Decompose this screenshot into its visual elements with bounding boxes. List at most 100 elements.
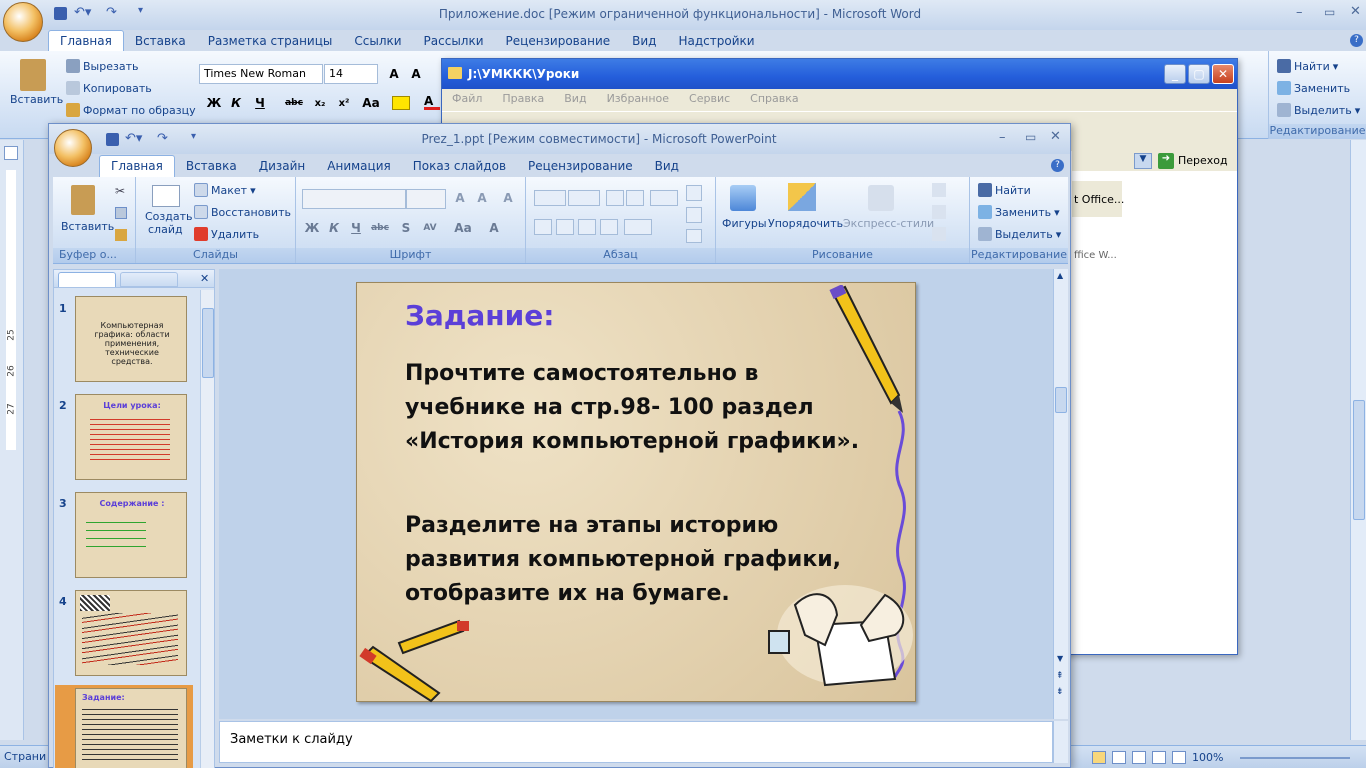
slide-vscrollbar[interactable]: ▲ ▼ ⇞ ⇟ — [1053, 269, 1068, 719]
word-paste-button[interactable]: Вставить — [10, 93, 63, 106]
word-tab-home[interactable]: Главная — [48, 30, 124, 52]
align-text-icon[interactable] — [686, 207, 702, 223]
ppt-copy-icon[interactable] — [115, 207, 127, 219]
ppt-tab-review[interactable]: Рецензирование — [517, 156, 644, 177]
slide-thumbnail-2[interactable]: Цели урока: — [75, 394, 187, 480]
explorer-maximize-button[interactable]: ▢ — [1188, 64, 1210, 84]
bullets-icon[interactable] — [534, 190, 566, 206]
explorer-menu-tools[interactable]: Сервис — [689, 92, 730, 108]
ppt-minimize-button[interactable]: – — [999, 130, 1006, 145]
scroll-down-icon[interactable]: ▼ — [1057, 654, 1063, 663]
ppt-find-button[interactable]: Найти — [978, 183, 1031, 197]
notes-pane[interactable]: Заметки к слайду — [219, 721, 1053, 763]
word-select-button[interactable]: Выделить ▾ — [1277, 103, 1360, 117]
smartart-icon[interactable] — [686, 229, 702, 243]
word-close-button[interactable]: ✕ — [1350, 4, 1361, 19]
view-draft-icon[interactable] — [1172, 751, 1186, 764]
ppt-spacing-icon[interactable]: AV — [420, 219, 440, 238]
word-italic-icon[interactable]: К — [226, 94, 246, 113]
quick-styles-button[interactable]: Экспресс-стили — [843, 217, 934, 230]
word-cut-button[interactable]: Вырезать — [66, 59, 138, 73]
word-case-icon[interactable]: Aa — [358, 94, 384, 113]
word-find-button[interactable]: Найти ▾ — [1277, 59, 1338, 73]
view-fullscreen-icon[interactable] — [1112, 751, 1126, 764]
view-outline-icon[interactable] — [1152, 751, 1166, 764]
address-dropdown-icon[interactable]: ▼ — [1134, 153, 1152, 169]
word-format-painter-button[interactable]: Формат по образцу — [66, 103, 196, 117]
outline-tab-icon[interactable] — [120, 272, 178, 287]
redo-icon[interactable]: ↷ — [106, 5, 117, 20]
ppt-bold-icon[interactable]: Ж — [302, 219, 322, 238]
ppt-paste-icon[interactable] — [71, 185, 95, 215]
ppt-font-size-combo[interactable] — [406, 189, 446, 209]
ppt-paste-button[interactable]: Вставить — [61, 220, 114, 233]
align-left-icon[interactable] — [534, 219, 552, 235]
explorer-minimize-button[interactable]: _ — [1164, 64, 1186, 84]
new-slide-icon[interactable] — [152, 185, 180, 207]
word-status-page[interactable]: Страни — [4, 750, 46, 763]
slide-thumbnail-3[interactable]: Содержание : — [75, 492, 187, 578]
ppt-italic-icon[interactable]: К — [324, 219, 344, 238]
explorer-menu-view[interactable]: Вид — [564, 92, 586, 108]
ppt-undo-icon[interactable]: ↶▾ — [125, 131, 142, 146]
word-help-icon[interactable]: ? — [1350, 34, 1363, 47]
ppt-underline-icon[interactable]: Ч — [346, 219, 366, 238]
slides-pane-scrollbar[interactable] — [200, 290, 214, 768]
ppt-qat-menu-icon[interactable]: ▾ — [191, 131, 196, 142]
explorer-menu-file[interactable]: Файл — [452, 92, 482, 108]
word-strike-icon[interactable]: abc — [284, 94, 304, 113]
undo-icon[interactable]: ↶▾ — [74, 5, 91, 20]
prev-slide-icon[interactable]: ⇞ — [1056, 671, 1064, 681]
delete-slide-button[interactable]: Удалить — [194, 227, 259, 241]
word-grow-font-icon[interactable]: A — [384, 65, 404, 84]
word-subscript-icon[interactable]: x₂ — [310, 94, 330, 113]
word-tab-review[interactable]: Рецензирование — [495, 31, 622, 52]
slide-title[interactable]: Задание: — [405, 299, 554, 332]
explorer-close-button[interactable]: ✕ — [1212, 64, 1234, 84]
explorer-item[interactable]: t Office... — [1074, 193, 1124, 206]
reset-button[interactable]: Восстановить — [194, 205, 291, 219]
line-spacing-icon[interactable] — [650, 190, 678, 206]
word-superscript-icon[interactable]: x² — [334, 94, 354, 113]
word-zoom-level[interactable]: 100% — [1192, 751, 1223, 764]
ppt-tab-design[interactable]: Дизайн — [248, 156, 317, 177]
ppt-case-icon[interactable]: Aa — [450, 219, 476, 238]
slides-pane-scroll-thumb[interactable] — [202, 308, 214, 378]
ppt-save-icon[interactable] — [106, 133, 119, 146]
shapes-icon[interactable] — [730, 185, 756, 211]
slide-scroll-thumb[interactable] — [1055, 387, 1067, 413]
word-tab-references[interactable]: Ссылки — [343, 31, 412, 52]
word-vscrollbar[interactable] — [1350, 140, 1366, 740]
slide-paragraph-1[interactable]: Прочтите самостоятельно в учебнике на ст… — [405, 357, 875, 459]
word-highlight-icon[interactable] — [392, 96, 410, 110]
slides-tab-icon[interactable] — [58, 272, 116, 287]
scroll-up-icon[interactable]: ▲ — [1057, 271, 1063, 280]
ppt-shadow-icon[interactable]: S — [396, 219, 416, 238]
layout-button[interactable]: Макет ▾ — [194, 183, 256, 197]
ppt-close-button[interactable]: ✕ — [1050, 129, 1061, 144]
word-tab-view[interactable]: Вид — [621, 31, 667, 52]
word-scroll-thumb[interactable] — [1353, 400, 1365, 520]
increase-indent-icon[interactable] — [626, 190, 644, 206]
word-shrink-font-icon[interactable]: A — [406, 65, 426, 84]
fill-icon[interactable] — [932, 183, 946, 197]
word-underline-icon[interactable]: Ч — [250, 94, 270, 113]
slide-thumbnail-4[interactable] — [75, 590, 187, 676]
ppt-font-color-icon[interactable]: A — [484, 219, 504, 238]
ppt-tab-view[interactable]: Вид — [644, 156, 690, 177]
word-font-name-combo[interactable]: Times New Roman — [199, 64, 323, 84]
save-icon[interactable] — [54, 7, 67, 20]
notes-scrollbar[interactable] — [1053, 721, 1068, 763]
ppt-tab-home[interactable]: Главная — [99, 155, 175, 177]
arrange-button[interactable]: Упорядочить — [768, 217, 843, 230]
ppt-office-button[interactable] — [54, 129, 92, 167]
word-tab-layout[interactable]: Разметка страницы — [197, 31, 344, 52]
shapes-button[interactable]: Фигуры — [722, 217, 767, 230]
ppt-select-button[interactable]: Выделить ▾ — [978, 227, 1061, 241]
word-copy-button[interactable]: Копировать — [66, 81, 152, 95]
align-center-icon[interactable] — [556, 219, 574, 235]
go-arrow-icon[interactable]: ➜ — [1158, 153, 1174, 169]
qat-menu-icon[interactable]: ▾ — [138, 5, 143, 16]
ppt-format-painter-icon[interactable] — [115, 229, 127, 241]
arrange-icon[interactable] — [788, 183, 816, 211]
